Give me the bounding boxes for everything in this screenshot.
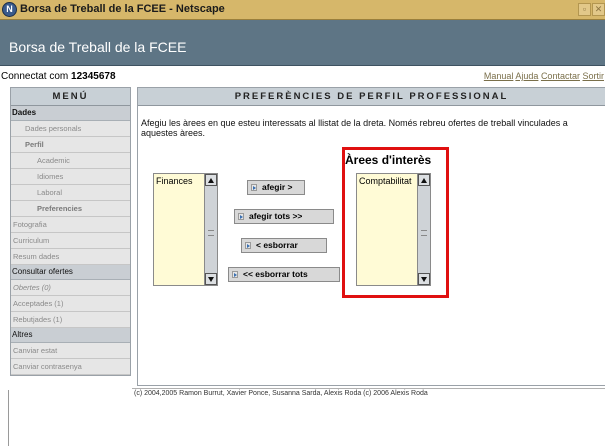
netscape-icon[interactable]: N [2, 2, 17, 17]
user-id: 12345678 [71, 71, 116, 82]
remove-all-button[interactable]: << esborrar tots [228, 267, 340, 282]
scroll-up-arrow-icon[interactable] [205, 174, 217, 186]
sidebar-item-rebutjades[interactable]: Rebutjades (1) [11, 312, 130, 328]
available-list-scrollbar[interactable] [204, 174, 217, 285]
sidebar-item-perfil[interactable]: Perfil [11, 137, 130, 153]
sidebar-item-curriculum[interactable]: Curriculum [11, 233, 130, 249]
app-title: Borsa de Treball de la FCEE [9, 39, 187, 55]
selected-areas-list[interactable]: Comptabilitat [356, 173, 431, 286]
menu-heading: MENÚ [11, 88, 130, 106]
sidebar-item-canviar-contrasenya[interactable]: Canviar contrasenya [11, 359, 130, 375]
scroll-down-arrow-icon[interactable] [418, 273, 430, 285]
available-area-option[interactable]: Finances [156, 176, 193, 186]
scroll-up-arrow-icon[interactable] [418, 174, 430, 186]
sidebar-section-altres: Altres [11, 328, 130, 343]
top-links: Manual Ajuda Contactar Sortir [484, 71, 604, 81]
logout-link[interactable]: Sortir [582, 71, 604, 81]
sidebar-item-obertes[interactable]: Obertes (0) [11, 280, 130, 296]
sidebar-item-resum-dades[interactable]: Resum dades [11, 249, 130, 265]
minimize-button[interactable]: ▫ [578, 3, 591, 16]
add-all-icon [238, 213, 244, 220]
panel-heading: PREFERÈNCIES DE PERFIL PROFESSIONAL [138, 88, 605, 106]
sidebar-item-preferencies[interactable]: Preferencies [11, 201, 130, 217]
sidebar-menu: MENÚ Dades Dades personals Perfil Academ… [10, 87, 131, 376]
sidebar-item-idiomes[interactable]: Idiomes [11, 169, 130, 185]
intro-text: Afegiu les àrees en que esteu interessat… [141, 118, 568, 138]
selected-list-scrollbar[interactable] [417, 174, 430, 285]
page-edge-divider [8, 390, 9, 446]
sidebar-section-dades: Dades [11, 106, 130, 121]
sidebar-item-canviar-estat[interactable]: Canviar estat [11, 343, 130, 359]
sidebar-item-academic[interactable]: Academic [11, 153, 130, 169]
window-title: Borsa de Treball de la FCEE - Netscape [20, 3, 225, 15]
areas-of-interest-title: Àrees d'interès [345, 153, 432, 167]
app-header: Borsa de Treball de la FCEE [0, 20, 605, 66]
connected-label: Connectat com [1, 71, 72, 82]
remove-button[interactable]: < esborrar [241, 238, 327, 253]
sidebar-item-dades-personals[interactable]: Dades personals [11, 121, 130, 137]
scroll-grip-icon [208, 229, 214, 236]
scroll-down-arrow-icon[interactable] [205, 273, 217, 285]
contact-link[interactable]: Contactar [541, 71, 580, 81]
sidebar-item-fotografia[interactable]: Fotografia [11, 217, 130, 233]
add-icon [251, 184, 257, 191]
manual-link[interactable]: Manual [484, 71, 514, 81]
add-button[interactable]: afegir > [247, 180, 305, 195]
help-link[interactable]: Ajuda [515, 71, 538, 81]
footer-copyright: (c) 2004,2005 Ramon Burrut, Xavier Ponce… [132, 388, 605, 399]
status-row: Connectat com 12345678 Manual Ajuda Cont… [0, 67, 605, 87]
remove-icon [245, 242, 251, 249]
sidebar-item-acceptades[interactable]: Acceptades (1) [11, 296, 130, 312]
preferences-panel: PREFERÈNCIES DE PERFIL PROFESSIONAL Afeg… [137, 87, 605, 386]
add-all-button[interactable]: afegir tots >> [234, 209, 334, 224]
close-button[interactable]: ✕ [592, 3, 605, 16]
connected-status: Connectat com 12345678 [1, 71, 116, 82]
sidebar-item-laboral[interactable]: Laboral [11, 185, 130, 201]
available-areas-list[interactable]: Finances [153, 173, 218, 286]
scroll-grip-icon [421, 229, 427, 236]
window-titlebar: N Borsa de Treball de la FCEE - Netscape… [0, 0, 605, 20]
sidebar-section-consultar-ofertes[interactable]: Consultar ofertes [11, 265, 130, 280]
selected-area-option[interactable]: Comptabilitat [359, 176, 412, 186]
remove-all-icon [232, 271, 238, 278]
